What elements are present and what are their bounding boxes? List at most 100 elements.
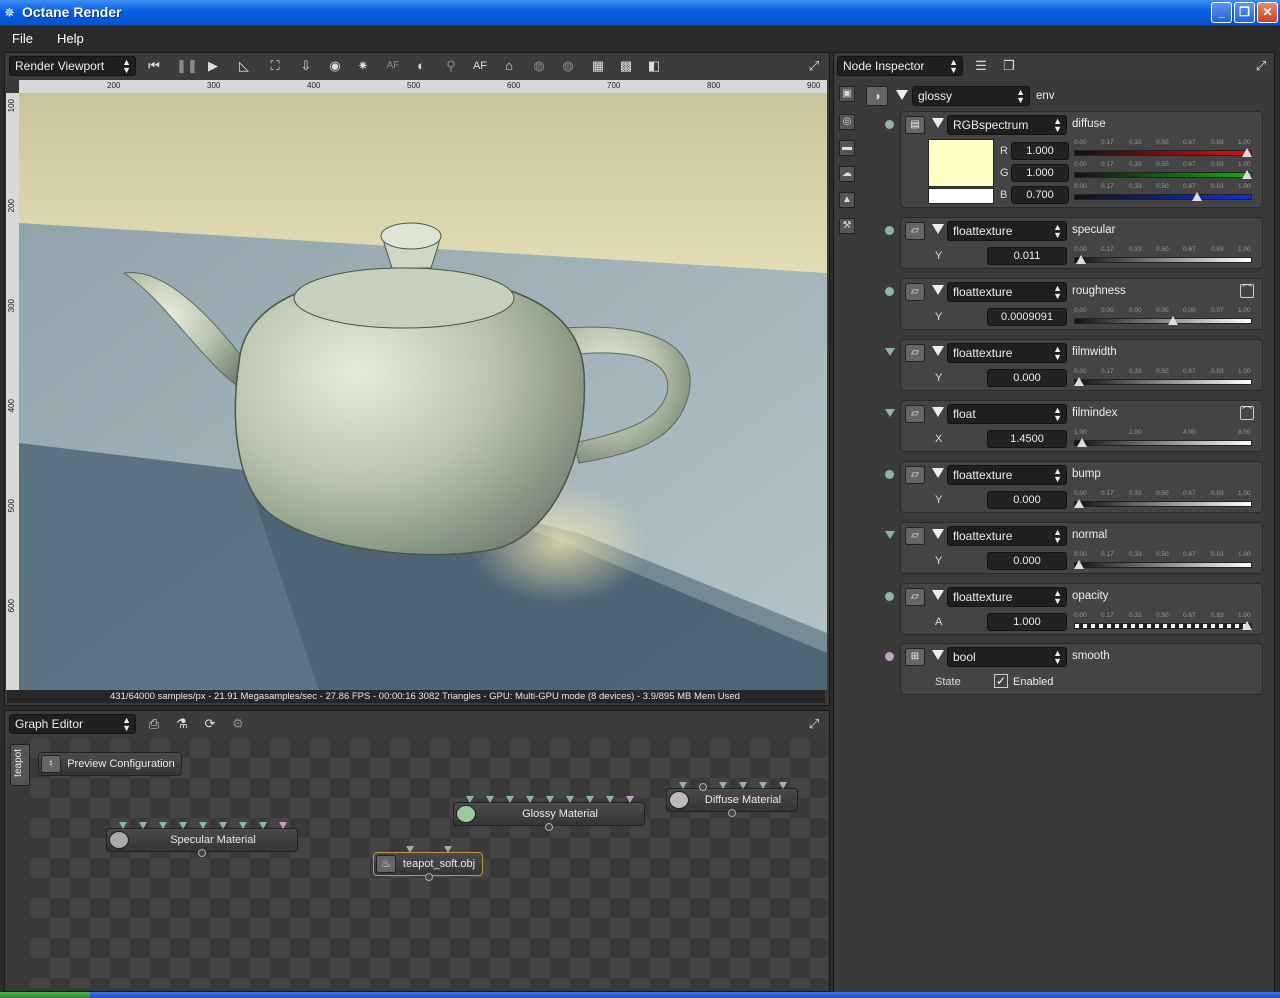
sphere-icon[interactable]: ◍	[530, 57, 548, 75]
menu-help[interactable]: Help	[57, 31, 84, 46]
filmindex-type-select[interactable]: float ▲ ▼	[947, 404, 1067, 424]
node-glossy-material[interactable]: Glossy Material	[453, 796, 645, 831]
bump-value-field[interactable]: 0.000	[987, 491, 1067, 509]
input-pin[interactable]	[139, 822, 147, 829]
input-pin[interactable]	[679, 782, 687, 789]
pick-material-icon[interactable]: ◉	[326, 57, 344, 75]
input-pin[interactable]	[506, 796, 514, 803]
pin-dot[interactable]	[885, 409, 895, 417]
pin-dot[interactable]	[885, 120, 894, 129]
input-pin[interactable]	[486, 796, 494, 803]
bump-slider[interactable]: 0.00 0.17 0.33 0.50 0.67 0.83 1.00	[1074, 490, 1252, 510]
r-value-field[interactable]: 1.000	[1011, 142, 1069, 160]
pin-dot[interactable]	[885, 348, 895, 356]
specular-type-select[interactable]: floattexture ▲ ▼	[947, 221, 1067, 241]
roughness-slider[interactable]: 0.00 0.00 0.00 0.00 0.00 0.07 1.00	[1074, 307, 1252, 327]
color-swatch[interactable]	[928, 139, 994, 187]
input-pin[interactable]	[566, 796, 574, 803]
side-kernel-icon[interactable]: ⚒	[839, 218, 855, 234]
collapse-triangle-icon[interactable]	[932, 285, 944, 295]
normal-value-field[interactable]: 0.000	[987, 552, 1067, 570]
input-pin[interactable]	[606, 796, 614, 803]
input-pin[interactable]	[406, 846, 414, 853]
pick-icon[interactable]: ⚲	[442, 57, 460, 75]
rewind-icon[interactable]: ⏮	[145, 57, 163, 75]
pin-dot[interactable]	[885, 592, 894, 601]
collapse-triangle-icon[interactable]	[932, 407, 944, 417]
input-pin[interactable]	[219, 822, 227, 829]
alpha-icon[interactable]: ◧	[645, 57, 663, 75]
menu-file[interactable]: File	[12, 31, 33, 46]
render-canvas[interactable]	[19, 93, 827, 690]
output-pin[interactable]	[425, 873, 433, 881]
slider-knob[interactable]	[1077, 438, 1087, 447]
pick-light-icon[interactable]: ✷	[354, 57, 372, 75]
sphere2-icon[interactable]: ◍	[559, 57, 577, 75]
copy-icon[interactable]: ❐	[1000, 57, 1018, 75]
input-pin[interactable]	[779, 782, 787, 789]
input-pin[interactable]	[719, 782, 727, 789]
input-pin[interactable]	[259, 822, 267, 829]
side-env-icon[interactable]: ☁	[839, 166, 855, 182]
smooth-type-select[interactable]: bool ▲ ▼	[947, 647, 1067, 667]
slider-knob[interactable]	[1168, 316, 1178, 325]
slider-knob[interactable]	[1074, 499, 1084, 508]
collapse-triangle-icon[interactable]	[932, 118, 944, 128]
smooth-checkbox[interactable]: ✓	[994, 674, 1008, 688]
graph-clear-icon[interactable]: ⚙	[229, 715, 247, 733]
side-film-icon[interactable]: ▬	[839, 140, 855, 156]
side-image-icon[interactable]: ▣	[839, 86, 855, 102]
inspector-mode-select[interactable]: Node Inspector ▲ ▼	[837, 56, 963, 76]
curve-editor-icon[interactable]: ⌒	[1240, 406, 1254, 420]
pin-dot[interactable]	[885, 287, 894, 296]
input-pin[interactable]	[586, 796, 594, 803]
node-specular-material[interactable]: Specular Material	[106, 822, 298, 857]
specular-slider[interactable]: 0.00 0.17 0.33 0.50 0.67 0.83 1.00	[1074, 246, 1252, 266]
g-slider[interactable]: 0.00 0.17 0.33 0.50 0.67 0.83 1.00	[1074, 161, 1252, 181]
g-value-field[interactable]: 1.000	[1011, 164, 1069, 182]
input-pin[interactable]	[179, 822, 187, 829]
slider-knob[interactable]	[1076, 255, 1086, 264]
slider-knob[interactable]	[1074, 377, 1084, 386]
ruler-icon[interactable]: ◺	[235, 57, 253, 75]
opacity-slider[interactable]: 0.00 0.17 0.33 0.50 0.67 0.83 1.00	[1074, 612, 1252, 632]
graph-load-icon[interactable]: ⚗	[173, 715, 191, 733]
b-value-field[interactable]: 0.700	[1011, 186, 1069, 204]
maximize-button[interactable]: ❐	[1234, 2, 1255, 23]
pin-dot[interactable]	[885, 226, 894, 235]
checker-icon[interactable]: ▩	[617, 57, 635, 75]
filmwidth-slider[interactable]: 0.00 0.17 0.33 0.50 0.67 0.83 1.00	[1074, 368, 1252, 388]
opacity-value-field[interactable]: 1.000	[987, 613, 1067, 631]
b-slider[interactable]: 0.00 0.17 0.33 0.50 0.67 0.83 1.00	[1074, 183, 1252, 203]
normal-type-select[interactable]: floattexture ▲ ▼	[947, 526, 1067, 546]
input-pin[interactable]	[159, 822, 167, 829]
pin-dot[interactable]	[885, 470, 894, 479]
maximize-panel-icon[interactable]: ⤢	[805, 57, 823, 75]
input-pin[interactable]	[119, 822, 127, 829]
collapse-triangle-icon[interactable]	[932, 650, 944, 660]
collapse-triangle-icon[interactable]	[932, 346, 944, 356]
side-camera-icon[interactable]: ◎	[839, 114, 855, 130]
input-pin[interactable]	[526, 796, 534, 803]
close-button[interactable]: ✕	[1257, 2, 1278, 23]
node-preview-configuration[interactable]: ♮ Preview Configuration	[38, 752, 182, 776]
root-type-select[interactable]: glossy ▲ ▼	[912, 86, 1030, 106]
collapse-all-icon[interactable]: ☰	[972, 57, 990, 75]
pin-dot[interactable]	[885, 531, 895, 539]
input-pin[interactable]	[279, 822, 287, 829]
filmindex-value-field[interactable]: 1.4500	[987, 430, 1067, 448]
filmwidth-type-select[interactable]: floattexture ▲ ▼	[947, 343, 1067, 363]
af-dim-icon[interactable]: AF	[384, 57, 402, 75]
specular-value-field[interactable]: 0.011	[987, 247, 1067, 265]
curve-editor-icon[interactable]: ⌒	[1240, 284, 1254, 298]
diffuse-type-select[interactable]: RGBspectrum ▲ ▼	[947, 115, 1067, 135]
roughness-type-select[interactable]: floattexture ▲ ▼	[947, 282, 1067, 302]
car-icon[interactable]: ⌂	[500, 57, 518, 75]
pin-dot[interactable]	[885, 652, 894, 661]
autofocus-button[interactable]: AF	[471, 57, 489, 75]
pause-icon[interactable]: ❚❚	[176, 57, 198, 75]
normal-slider[interactable]: 0.00 0.17 0.33 0.50 0.67 0.83 1.00	[1074, 551, 1252, 571]
r-slider[interactable]: 0.00 0.17 0.33 0.50 0.67 0.83 1.00	[1074, 139, 1252, 159]
slider-knob[interactable]	[1242, 148, 1252, 157]
input-pin[interactable]	[546, 796, 554, 803]
